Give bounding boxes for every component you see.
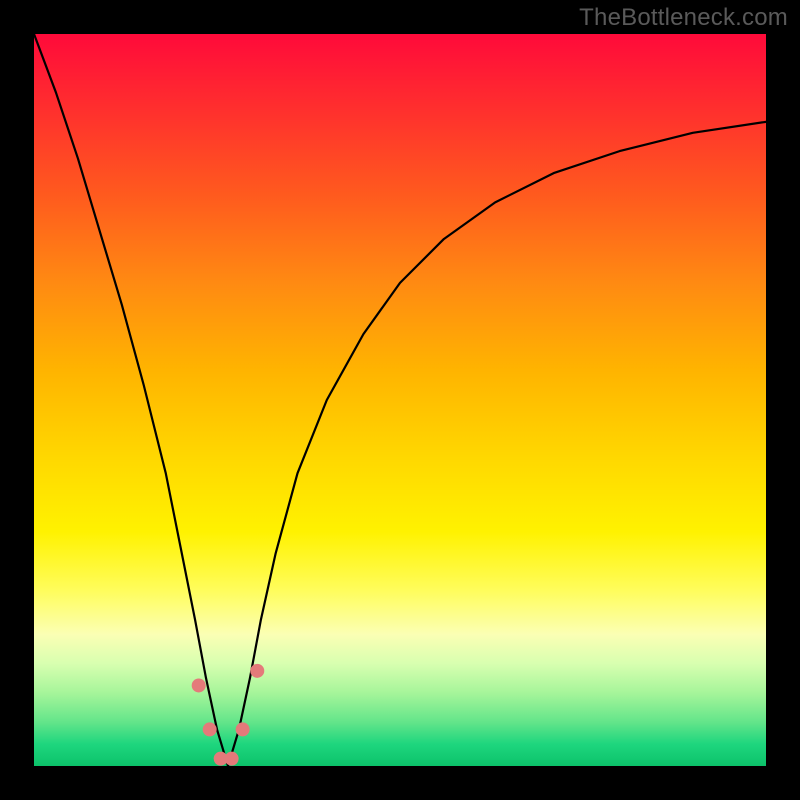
curve-marker xyxy=(192,678,206,692)
curve-marker xyxy=(225,752,239,766)
chart-container: TheBottleneck.com xyxy=(0,0,800,800)
curve-markers xyxy=(192,664,265,766)
curve-marker xyxy=(250,664,264,678)
curve-marker xyxy=(236,722,250,736)
chart-overlay xyxy=(34,34,766,766)
watermark-text: TheBottleneck.com xyxy=(579,4,788,32)
curve-marker xyxy=(203,722,217,736)
bottleneck-curve xyxy=(34,34,766,766)
